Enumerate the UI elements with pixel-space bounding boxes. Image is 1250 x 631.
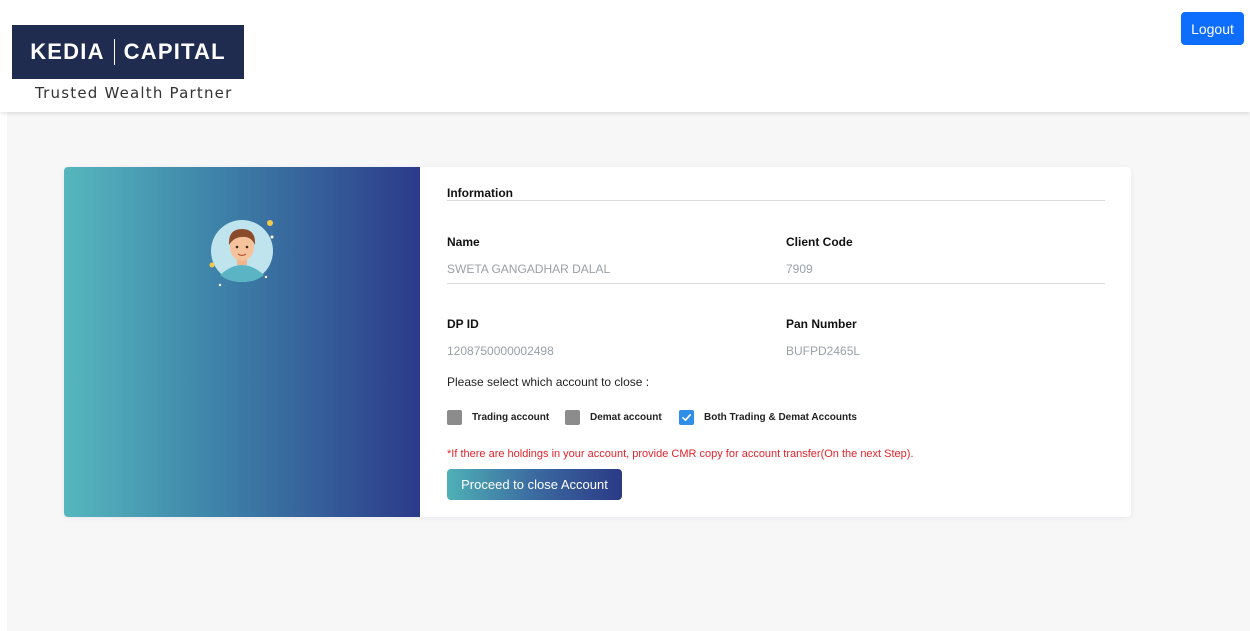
name-label: Name — [447, 235, 480, 249]
option-trading-account[interactable]: Trading account — [447, 410, 549, 425]
close-account-prompt: Please select which account to close : — [447, 375, 650, 389]
both-accounts-checkbox[interactable] — [679, 410, 694, 425]
pan-number-label: Pan Number — [786, 317, 857, 331]
profile-gradient-panel — [64, 167, 420, 517]
proceed-close-account-button[interactable]: Proceed to close Account — [447, 469, 622, 500]
trading-account-label: Trading account — [472, 412, 550, 423]
top-header: KEDIA CAPITAL Trusted Wealth Partner Log… — [0, 0, 1250, 112]
both-accounts-label: Both Trading & Demat Accounts — [704, 412, 857, 423]
dp-id-value: 1208750000002498 — [447, 344, 554, 358]
logo-word-kedia: KEDIA — [30, 39, 105, 64]
information-panel: Information Name SWETA GANGADHAR DALAL C… — [447, 167, 1105, 517]
option-both-accounts[interactable]: Both Trading & Demat Accounts — [679, 410, 857, 425]
cmr-warning-note: *If there are holdings in your account, … — [447, 448, 914, 460]
logo-divider — [113, 39, 115, 65]
client-code-value: 7909 — [786, 262, 813, 276]
pan-number-value: BUFPD2465L — [786, 344, 861, 358]
account-closure-card: Information Name SWETA GANGADHAR DALAL C… — [64, 167, 1131, 517]
user-avatar-icon — [209, 220, 274, 287]
logo-wordmark: KEDIA CAPITAL — [30, 39, 226, 65]
check-icon — [682, 414, 691, 421]
demat-account-checkbox[interactable] — [565, 410, 580, 425]
logo-word-capital: CAPITAL — [123, 39, 226, 64]
row-divider — [447, 283, 1105, 284]
information-heading: Information — [447, 186, 513, 200]
demat-account-label: Demat account — [590, 412, 662, 423]
client-code-label: Client Code — [786, 235, 853, 249]
section-divider — [447, 200, 1105, 201]
name-value: SWETA GANGADHAR DALAL — [447, 262, 611, 276]
dp-id-label: DP ID — [447, 317, 479, 331]
logout-button[interactable]: Logout — [1181, 12, 1244, 45]
brand-logo[interactable]: KEDIA CAPITAL — [12, 25, 244, 79]
brand-tagline: Trusted Wealth Partner — [35, 84, 233, 102]
option-demat-account[interactable]: Demat account — [565, 410, 662, 425]
trading-account-checkbox[interactable] — [447, 410, 462, 425]
